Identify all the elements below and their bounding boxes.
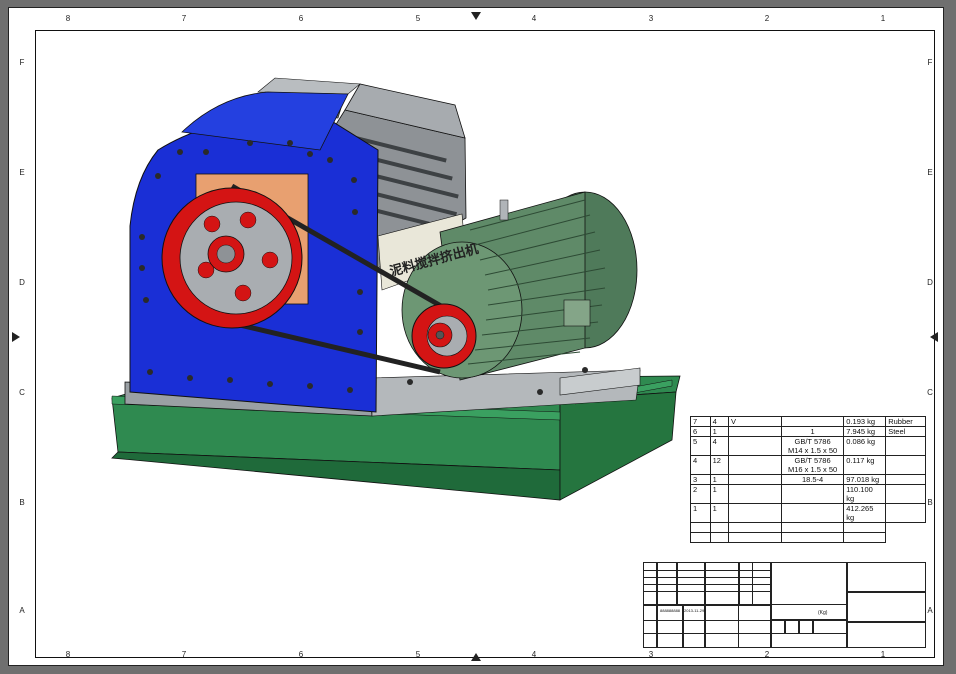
bom-empty-row [690, 532, 926, 543]
bom-quantity: 1 [709, 426, 730, 437]
bom-item-number: 2 [690, 484, 711, 504]
bom-part-name [728, 426, 782, 437]
bom-material [885, 436, 926, 456]
bom-mass: 0.117 kg [843, 455, 887, 475]
bom-standard: GB/T 5786 M16 x 1.5 x 50 [780, 455, 845, 475]
bom-quantity: 1 [709, 484, 730, 504]
bom-material: Rubber [885, 416, 926, 427]
small-pulley [411, 303, 477, 369]
bom-item-number: 4 [690, 455, 711, 475]
bom-standard [780, 416, 845, 427]
bom-row: 5 4 GB/T 5786 M14 x 1.5 x 50 0.086 kg [690, 436, 926, 456]
bom-empty-row [690, 522, 926, 533]
large-pulley [161, 187, 303, 329]
bom-material [885, 474, 926, 485]
bom-quantity: 4 [709, 416, 730, 427]
bom-row: 3 1 18.5-4 97.018 kg [690, 474, 926, 485]
bom-mass: 110.100 kg [843, 484, 887, 504]
bom-part-name: V [728, 416, 782, 427]
bom-item-number: 5 [690, 436, 711, 456]
bom-standard [780, 484, 845, 504]
bom-part-name [728, 484, 782, 504]
bom-mass: 7.945 kg [843, 426, 887, 437]
bom-mass: 412.265 kg [843, 503, 887, 523]
bom-row: 2 1 110.100 kg [690, 484, 926, 504]
bill-of-materials-table: 7 4 V 0.193 kg Rubber 6 1 1 7.945 kg Steel 5 4 GB/T … [690, 416, 926, 543]
bom-material [885, 484, 926, 504]
bom-row: 1 1 412.265 kg [690, 503, 926, 523]
bom-standard: 18.5-4 [780, 474, 845, 485]
bom-row: 4 12 GB/T 5786 M16 x 1.5 x 50 0.117 kg [690, 455, 926, 475]
bom-standard [780, 503, 845, 523]
bom-part-name [728, 503, 782, 523]
bom-row: 6 1 1 7.945 kg Steel [690, 426, 926, 437]
bom-quantity: 12 [709, 455, 730, 475]
bom-part-name [728, 436, 782, 456]
bom-mass: 0.086 kg [843, 436, 887, 456]
bom-standard: GB/T 5786 M14 x 1.5 x 50 [780, 436, 845, 456]
bom-part-name [728, 474, 782, 485]
bom-quantity: 1 [709, 474, 730, 485]
bom-material: Steel [885, 426, 926, 437]
bom-row: 7 4 V 0.193 kg Rubber [690, 416, 926, 427]
bom-material [885, 503, 926, 523]
bom-part-name [728, 455, 782, 475]
bom-mass: 97.018 kg [843, 474, 887, 485]
bom-material [885, 455, 926, 475]
weight-unit-label: (Kg) [818, 610, 828, 616]
bom-quantity: 1 [709, 503, 730, 523]
bom-mass: 0.193 kg [843, 416, 887, 427]
designer-name: 888888888 [660, 608, 681, 613]
title-block: 888888888 2013-11-29 (Kg) [643, 562, 926, 648]
bom-item-number: 6 [690, 426, 711, 437]
bom-item-number: 3 [690, 474, 711, 485]
bom-item-number: 7 [690, 416, 711, 427]
drawing-date: 2013-11-29 [684, 608, 705, 613]
bom-item-number: 1 [690, 503, 711, 523]
bom-quantity: 4 [709, 436, 730, 456]
bom-standard: 1 [780, 426, 845, 437]
